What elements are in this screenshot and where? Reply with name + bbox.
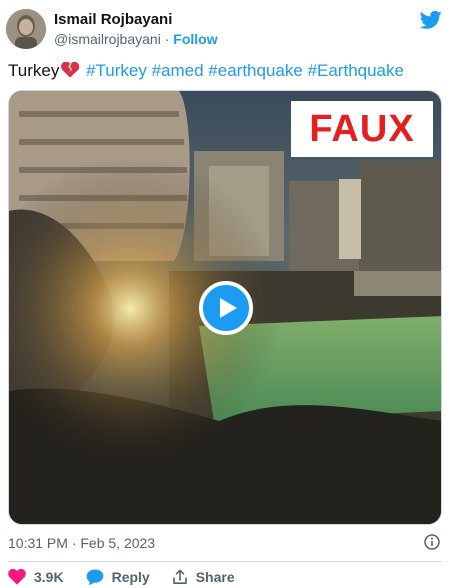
faux-label: FAUX <box>291 101 433 157</box>
info-icon[interactable] <box>424 534 440 550</box>
share-button[interactable]: Share <box>172 569 235 585</box>
play-button[interactable] <box>199 281 253 335</box>
avatar[interactable] <box>6 9 46 49</box>
like-button[interactable]: 3.9K <box>8 569 64 585</box>
reply-button[interactable]: Reply <box>86 569 150 585</box>
tweet-text-start: Turkey <box>8 61 60 80</box>
share-label: Share <box>195 569 235 585</box>
twitter-bird-icon[interactable] <box>419 10 442 30</box>
reply-label: Reply <box>111 569 150 585</box>
video-media[interactable]: FAUX <box>8 90 442 525</box>
play-icon <box>220 298 237 318</box>
follow-button[interactable]: Follow <box>173 31 217 47</box>
hashtag-earthquake[interactable]: #earthquake <box>208 61 303 80</box>
reply-icon <box>86 569 103 585</box>
author-handle[interactable]: @ismailrojbayani <box>54 31 161 47</box>
tweet-timestamp[interactable]: 10:31 PM · Feb 5, 2023 <box>8 535 155 551</box>
divider <box>8 561 442 562</box>
hashtag-turkey[interactable]: #Turkey <box>86 61 147 80</box>
tweet-text: Turkey #Turkey #amed #earthquake #Earthq… <box>8 61 404 81</box>
author-line: @ismailrojbayani · Follow <box>54 31 218 47</box>
like-count: 3.9K <box>34 569 64 585</box>
share-icon <box>172 569 187 584</box>
hashtag-earthquake-cap[interactable]: #Earthquake <box>308 61 404 80</box>
broken-heart-icon <box>61 61 80 78</box>
tweet-actions: 3.9K Reply Share <box>8 569 257 585</box>
author-name[interactable]: Ismail Rojbayani <box>54 11 172 28</box>
hashtag-amed[interactable]: #amed <box>152 61 204 80</box>
separator: · <box>164 31 170 47</box>
heart-icon <box>8 569 26 585</box>
